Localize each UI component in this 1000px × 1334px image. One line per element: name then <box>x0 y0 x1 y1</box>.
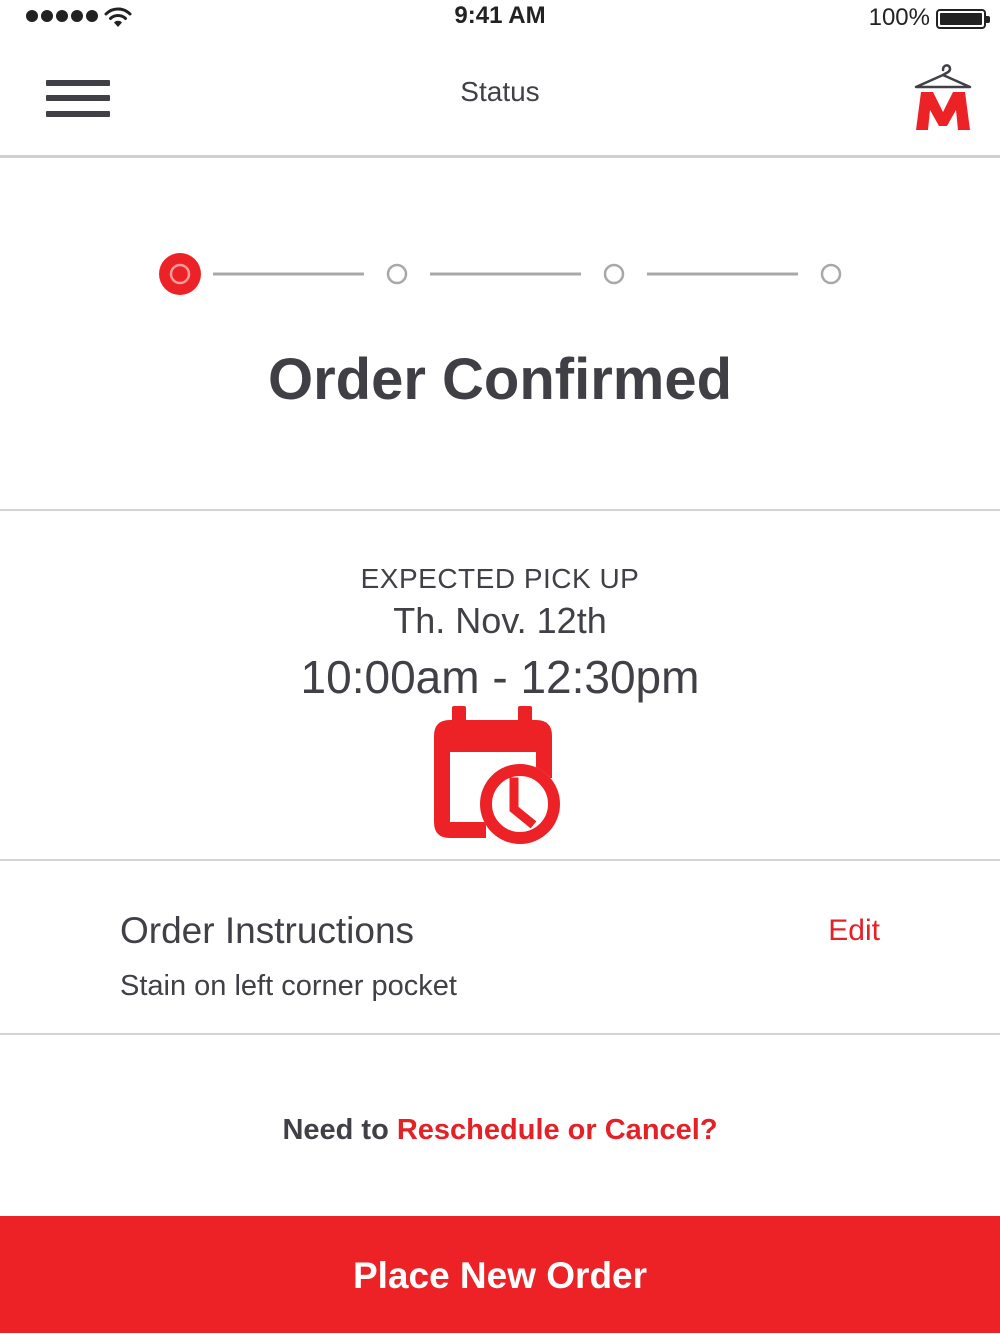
step-3 <box>603 263 625 285</box>
status-time: 9:41 AM <box>454 2 546 29</box>
nav-bar: Status <box>0 36 1000 158</box>
progress-stepper <box>0 252 1000 296</box>
calendar-clock-icon <box>434 706 560 844</box>
brand-logo[interactable] <box>912 62 974 134</box>
divider <box>0 509 1000 511</box>
status-bar: 9:41 AM 100% <box>0 0 1000 36</box>
pickup-time-window: 10:00am - 12:30pm <box>300 651 700 703</box>
divider <box>0 859 1000 861</box>
step-1-active <box>159 253 201 295</box>
reschedule-prompt: Need to Reschedule or Cancel? <box>0 1114 1000 1147</box>
divider <box>0 1033 1000 1035</box>
battery-percentage: 100% <box>868 4 930 31</box>
place-new-order-button[interactable]: Place New Order <box>0 1216 1000 1333</box>
order-instructions-text: Stain on left corner pocket <box>120 970 457 1002</box>
pickup-date: Th. Nov. 12th <box>393 600 607 641</box>
reschedule-cancel-link[interactable]: Reschedule or Cancel? <box>397 1114 718 1146</box>
page-title: Status <box>460 76 540 107</box>
battery-icon <box>936 9 990 29</box>
edit-instructions-link[interactable]: Edit <box>828 914 880 948</box>
reschedule-prefix: Need to <box>282 1114 397 1146</box>
order-instructions-title: Order Instructions <box>120 910 415 951</box>
step-2 <box>386 263 408 285</box>
step-4 <box>820 263 842 285</box>
pickup-label: EXPECTED PICK UP <box>360 563 640 594</box>
order-status-title: Order Confirmed <box>267 347 733 412</box>
